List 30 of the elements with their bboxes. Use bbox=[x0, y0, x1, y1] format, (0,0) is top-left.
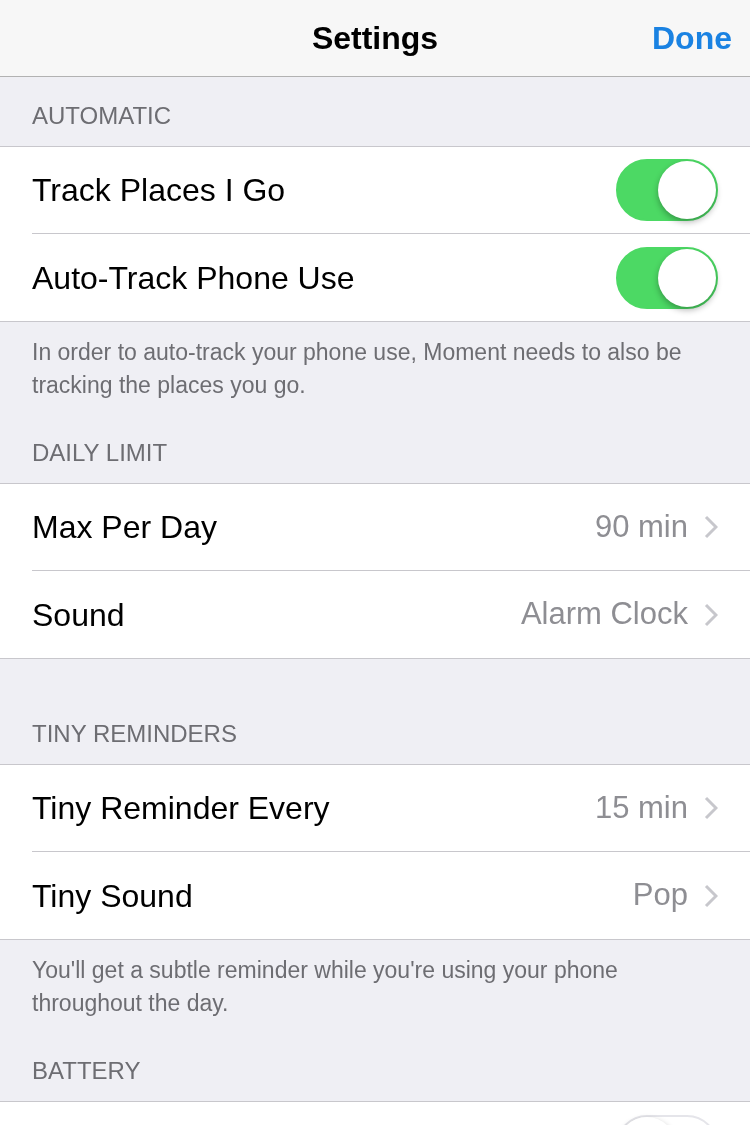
row-label: Tiny Sound bbox=[32, 876, 193, 916]
row-value: 90 min bbox=[594, 507, 688, 546]
row-value: Alarm Clock bbox=[520, 595, 688, 634]
row-label: Tiny Reminder Every bbox=[32, 789, 330, 828]
section-header: TINY REMINDERS bbox=[32, 719, 237, 749]
chevron-icon bbox=[704, 796, 718, 820]
section-header: DAILY LIMIT bbox=[32, 438, 168, 468]
settings-row[interactable]: Track Places I Go bbox=[0, 147, 750, 234]
section-header: AUTOMATIC bbox=[32, 101, 172, 131]
row-label: Sound bbox=[32, 595, 125, 635]
row-value: 15 min bbox=[594, 788, 688, 827]
row-label: Track Places I Go bbox=[32, 171, 286, 210]
settings-row[interactable]: Tiny Reminder Every 15 min bbox=[0, 765, 750, 852]
chevron-icon bbox=[704, 515, 718, 539]
navigation-title: Settings bbox=[311, 19, 439, 58]
settings-row[interactable]: Auto-Track Phone Use bbox=[0, 234, 750, 321]
chevron-icon bbox=[704, 602, 718, 627]
section-header: BATTERY bbox=[32, 1056, 141, 1086]
settings-row[interactable]: Sound Alarm Clock bbox=[0, 571, 750, 658]
done-button[interactable]: Done bbox=[652, 14, 732, 62]
toggle-switch[interactable] bbox=[616, 246, 718, 309]
row-value: Pop bbox=[632, 876, 688, 915]
section-footer-text: In order to auto-track your phone use, Moment needs to also be tracking the places you go. bbox=[32, 338, 683, 400]
settings-row[interactable]: Max Per Day 90 min bbox=[0, 484, 750, 571]
row-label: Auto-Track Phone Use bbox=[32, 258, 355, 298]
section-footer-text: You'll get a subtle reminder while you're using your phone throughout the day. bbox=[32, 956, 619, 1018]
settings-row[interactable]: Tiny Sound Pop bbox=[0, 852, 750, 939]
toggle-switch[interactable] bbox=[616, 159, 718, 221]
row-label: Max Per Day bbox=[32, 508, 217, 547]
chevron-icon bbox=[704, 883, 718, 908]
